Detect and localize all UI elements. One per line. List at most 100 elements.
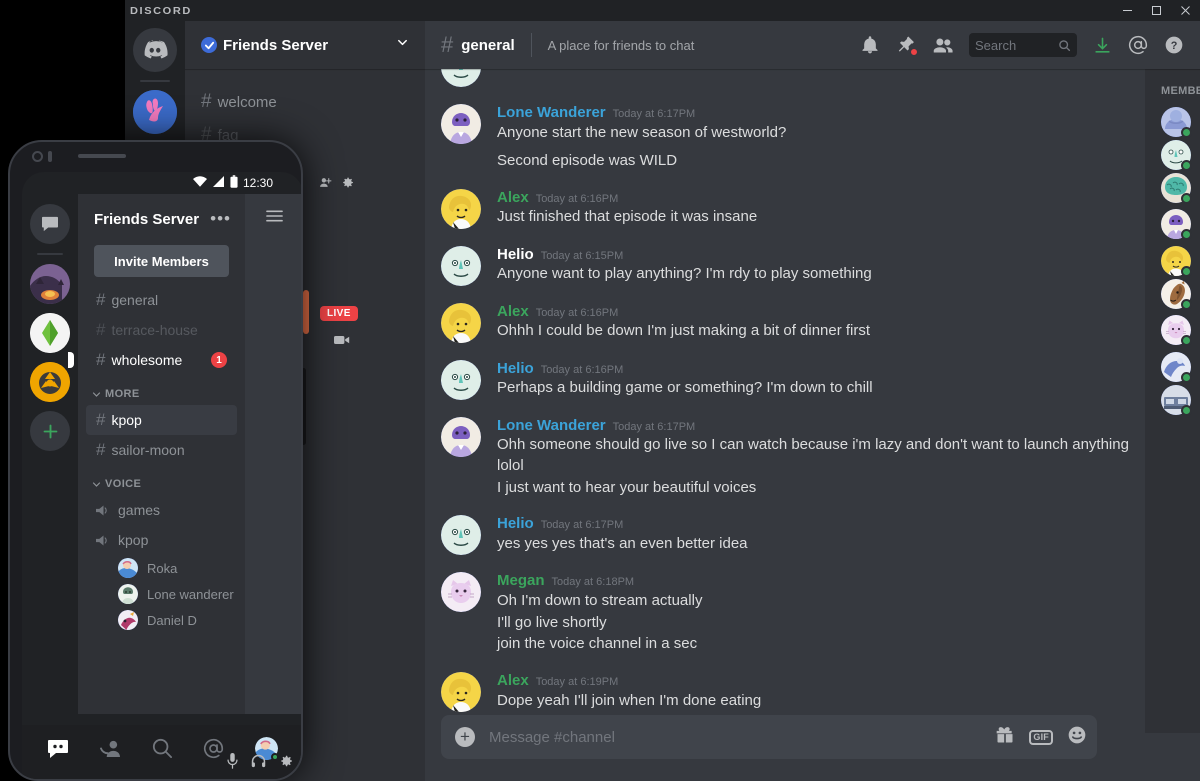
voice-participant-name: Lone wanderer [147, 586, 234, 602]
phone-server-rail [22, 194, 78, 714]
voice-participant[interactable]: Lone wanderer [78, 581, 245, 607]
search-input[interactable]: Search [969, 33, 1077, 57]
message-author[interactable]: Alex [497, 303, 529, 321]
members-icon[interactable] [932, 35, 953, 56]
category-voice[interactable]: VOICE [78, 465, 245, 495]
category-label: MORE [105, 388, 140, 400]
phone-channel-general[interactable]: # general [86, 285, 237, 315]
avatar [1161, 315, 1192, 346]
phone-server-header[interactable]: Friends Server ••• [78, 204, 245, 234]
message-author[interactable]: Helio [497, 516, 534, 533]
avatar[interactable] [441, 69, 481, 87]
message-text: Ohhh I could be down I'm just making a b… [497, 322, 871, 340]
phone-voice-kpop[interactable]: kpop [86, 525, 237, 555]
server-icon-scp[interactable] [30, 362, 70, 402]
add-server-button[interactable] [30, 411, 70, 451]
avatar[interactable] [441, 104, 481, 144]
message-timestamp: Today at 6:16PM [540, 363, 624, 376]
member-row[interactable]: Daniel [1161, 171, 1200, 204]
member-row[interactable]: Lone Wanderer Playing Vermintide 2 [1161, 204, 1200, 244]
status-online-indicator [1181, 371, 1192, 383]
avatar [1161, 139, 1192, 171]
member-row[interactable]: Muffins [1161, 350, 1200, 383]
maximize-button[interactable] [1142, 0, 1171, 21]
avatar[interactable] [441, 416, 481, 457]
emoji-icon[interactable] [1067, 725, 1087, 750]
message-text: Ohh someone should go live so I can watc… [497, 436, 1129, 475]
message-text: Dope yeah I'll join when I'm done eating [497, 691, 762, 709]
avatar[interactable] [441, 515, 481, 556]
channel-name: games [118, 502, 161, 518]
avatar[interactable] [441, 672, 481, 712]
mentions-icon[interactable] [1128, 35, 1148, 55]
phone-channel-sailor-moon[interactable]: # sailor-moon [86, 435, 237, 465]
avatar[interactable] [441, 572, 481, 613]
inbox-icon[interactable] [1093, 36, 1112, 55]
attach-plus-icon[interactable]: + [455, 727, 475, 747]
chat-column: # general A place for friends to chat Se… [425, 21, 1200, 781]
phone-channel-kpop[interactable]: # kpop [86, 405, 237, 435]
phone-channel-wholesome[interactable]: # wholesome 1 [68, 345, 237, 375]
avatar[interactable] [441, 302, 481, 343]
message-author[interactable]: Alex [497, 189, 529, 207]
settings-gear-icon[interactable] [279, 754, 293, 773]
invite-members-button[interactable]: Invite Members [94, 245, 229, 277]
server-icon-home[interactable] [133, 28, 177, 72]
category-more[interactable]: MORE [78, 375, 245, 405]
message-author[interactable]: Lone Wanderer [497, 417, 606, 435]
gift-icon[interactable] [995, 725, 1015, 750]
phone-server-name: Friends Server [94, 210, 200, 228]
member-row[interactable]: Thanexor [1161, 277, 1200, 310]
home-icon[interactable] [47, 739, 69, 758]
settings-gear-icon[interactable] [341, 176, 354, 194]
server-header[interactable]: Friends Server [185, 21, 425, 69]
pin-notification-dot [910, 48, 918, 56]
server-icon-sims[interactable] [30, 313, 70, 353]
search-icon[interactable] [152, 738, 172, 758]
gif-icon[interactable]: GIF [1029, 729, 1053, 745]
message-text: Perhaps a building game or something? I'… [497, 379, 873, 397]
member-row[interactable]: Megan Streaming 20XX [1161, 310, 1200, 350]
hamburger-menu-icon[interactable] [245, 203, 301, 229]
mic-icon[interactable] [227, 753, 238, 774]
title-bar: DISCORD [125, 0, 1200, 21]
member-row[interactable]: Helio [1161, 138, 1200, 171]
avatar[interactable] [441, 359, 481, 400]
dm-icon[interactable] [30, 204, 70, 244]
avatar[interactable] [441, 245, 481, 286]
server-name: Friends Server [223, 36, 329, 54]
add-member-icon[interactable] [319, 176, 332, 194]
bell-icon[interactable] [860, 35, 880, 55]
chevron-down-icon[interactable] [396, 36, 409, 54]
member-row[interactable]: Alex [1161, 244, 1200, 277]
video-icon[interactable] [334, 333, 350, 351]
server-icon-campfire[interactable] [30, 264, 70, 304]
phone-voice-games[interactable]: games [86, 495, 237, 525]
channel-item[interactable]: # welcome [193, 86, 417, 118]
header-divider [530, 33, 532, 57]
server-icon-bunny[interactable] [133, 90, 177, 134]
message-author[interactable]: Megan [497, 573, 545, 590]
message-list[interactable]: I'm craving a burrito Lone Wanderer Toda… [425, 69, 1145, 733]
headphones-icon[interactable] [251, 754, 266, 773]
pin-icon[interactable] [896, 35, 918, 56]
more-options-icon[interactable]: ••• [210, 210, 231, 226]
message-author[interactable]: Alex [497, 672, 529, 690]
member-row[interactable]: Cherukiki [1161, 383, 1200, 416]
member-row[interactable]: Ana 👑 [1161, 105, 1200, 138]
mentions-icon[interactable] [203, 738, 224, 759]
close-button[interactable] [1171, 0, 1200, 21]
voice-participant[interactable]: Daniel D [78, 607, 245, 633]
help-icon[interactable]: ? [1164, 35, 1184, 55]
message-input-box[interactable]: + Message #channel GIF [441, 715, 1097, 759]
minimize-button[interactable] [1113, 0, 1142, 21]
message: Lone Wanderer Today at 6:17PM Anyone sta… [425, 104, 1145, 172]
avatar[interactable] [441, 188, 481, 229]
message-author[interactable]: Lone Wanderer [497, 104, 606, 122]
status-online-indicator [1181, 192, 1192, 204]
message-author[interactable]: Helio [497, 360, 534, 378]
friends-icon[interactable] [100, 739, 121, 758]
phone-channel-terrace-house[interactable]: # terrace-house [86, 315, 237, 345]
message-author[interactable]: Helio [497, 246, 534, 264]
voice-participant[interactable]: Roka [78, 555, 245, 581]
